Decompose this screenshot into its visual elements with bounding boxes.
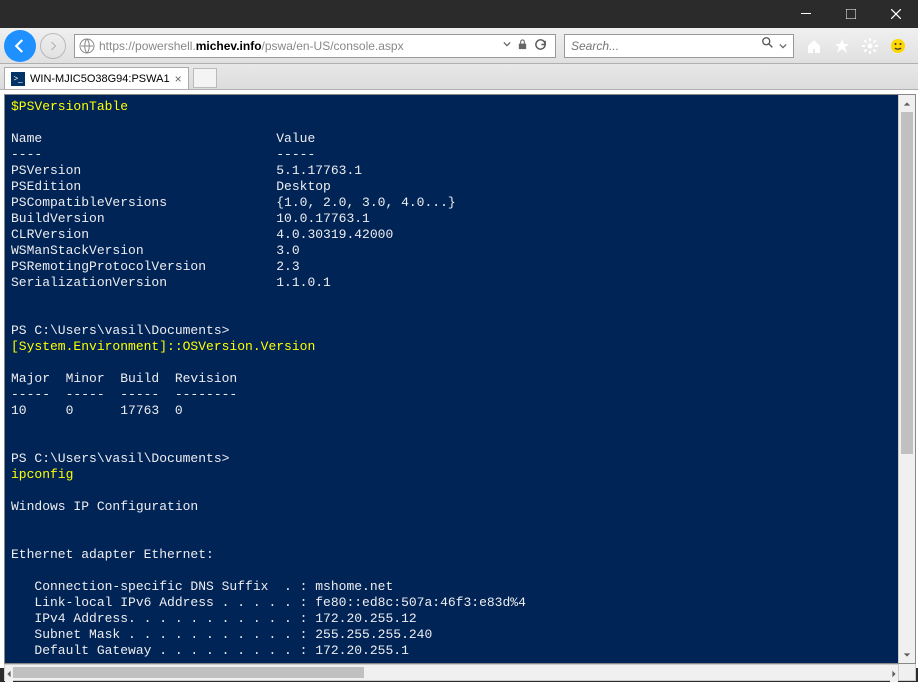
search-icon[interactable] — [761, 36, 775, 55]
minimize-button[interactable] — [783, 0, 828, 28]
close-button[interactable] — [873, 0, 918, 28]
scroll-up-button[interactable] — [899, 95, 915, 112]
tab-favicon-icon: >_ — [11, 72, 25, 86]
powershell-console[interactable]: $PSVersionTable Name Value ---- ----- PS… — [5, 95, 898, 663]
scroll-corner — [899, 664, 916, 681]
scroll-track-h[interactable] — [13, 665, 890, 680]
url-dropdown-icon[interactable] — [503, 40, 511, 51]
back-button[interactable] — [4, 30, 36, 62]
search-dropdown-icon[interactable] — [779, 37, 787, 55]
tab-pswa[interactable]: >_ WIN-MJIC5O38G94:PSWA1 × — [4, 67, 189, 89]
scroll-thumb-h[interactable] — [13, 667, 364, 678]
settings-icon[interactable] — [862, 38, 878, 54]
search-bar[interactable] — [564, 34, 794, 58]
refresh-icon[interactable] — [534, 38, 547, 54]
scroll-down-button[interactable] — [899, 646, 915, 663]
page-content: $PSVersionTable Name Value ---- ----- PS… — [0, 90, 918, 668]
tab-close-icon[interactable]: × — [175, 72, 182, 86]
address-bar[interactable]: https://powershell.michev.info/pswa/en-U… — [74, 34, 556, 58]
site-identity-icon — [79, 38, 95, 54]
search-input[interactable] — [571, 39, 761, 53]
lock-icon[interactable] — [517, 39, 528, 53]
scroll-track[interactable] — [899, 112, 915, 646]
url-text: https://powershell.michev.info/pswa/en-U… — [99, 39, 499, 53]
browser-navbar: https://powershell.michev.info/pswa/en-U… — [0, 28, 918, 64]
horizontal-scrollbar[interactable] — [4, 664, 899, 681]
favorites-icon[interactable] — [834, 38, 850, 54]
home-icon[interactable] — [806, 38, 822, 54]
window-titlebar — [0, 0, 918, 28]
maximize-button[interactable] — [828, 0, 873, 28]
toolbar-icons — [798, 38, 914, 54]
tab-title: WIN-MJIC5O38G94:PSWA1 — [30, 73, 170, 85]
scroll-thumb[interactable] — [901, 112, 913, 454]
forward-button[interactable] — [40, 33, 66, 59]
tab-bar: >_ WIN-MJIC5O38G94:PSWA1 × — [0, 64, 918, 90]
vertical-scrollbar[interactable] — [898, 95, 915, 663]
feedback-icon[interactable] — [890, 38, 906, 54]
new-tab-button[interactable] — [193, 68, 217, 88]
